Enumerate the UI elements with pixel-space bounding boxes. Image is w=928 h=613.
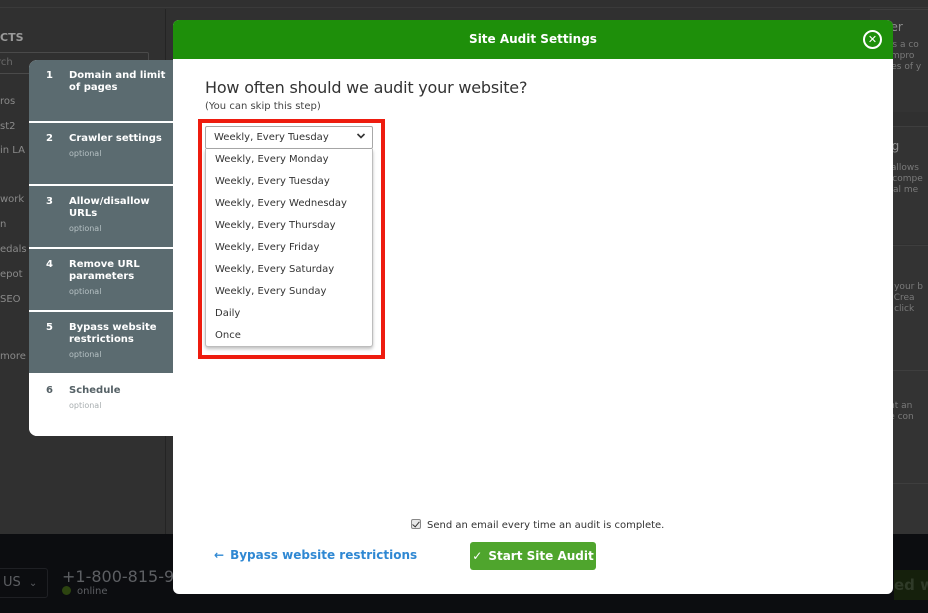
online-status-label: online	[77, 586, 108, 597]
step-title: Crawler settings	[69, 133, 162, 144]
step-subtitle: optional	[69, 149, 102, 158]
schedule-option-once[interactable]: Once	[206, 325, 372, 347]
language-selector[interactable]: US ⌄	[0, 568, 48, 598]
step-crawler-settings[interactable]: 2 Crawler settings optional	[29, 123, 175, 186]
step-subtitle: optional	[69, 224, 102, 233]
project-item[interactable]: n	[0, 219, 6, 230]
site-audit-settings-modal: Site Audit Settings ✕ How often should w…	[173, 20, 893, 594]
step-title: Allow/disallow URLs	[69, 196, 150, 219]
schedule-option-saturday[interactable]: Weekly, Every Saturday	[206, 259, 372, 281]
step-title: Schedule	[69, 385, 121, 396]
step-schedule[interactable]: 6 Schedule optional	[29, 375, 175, 436]
step-domain-and-limit[interactable]: 1 Domain and limit of pages	[29, 60, 175, 123]
project-item[interactable]: work	[0, 194, 24, 205]
project-item[interactable]: ros	[0, 96, 15, 107]
start-site-audit-button[interactable]: ✓ Start Site Audit	[470, 542, 596, 570]
step-title: Remove URL parameters	[69, 259, 140, 282]
start-button-label: Start Site Audit	[488, 549, 594, 563]
step-allow-disallow-urls[interactable]: 3 Allow/disallow URLs optional	[29, 186, 175, 249]
chevron-down-icon: ⌄	[28, 578, 38, 589]
schedule-select[interactable]: Weekly, Every Tuesday	[205, 126, 373, 149]
footer-cta-button[interactable]: ed wit	[894, 570, 928, 600]
step-title: Bypass website restrictions	[69, 322, 157, 345]
schedule-option-sunday[interactable]: Weekly, Every Sunday	[206, 281, 372, 303]
modal-title: Site Audit Settings	[469, 32, 597, 46]
project-item[interactable]: st2	[0, 121, 16, 132]
background-top-strip	[0, 0, 928, 8]
project-item[interactable]: SEO	[0, 294, 21, 305]
step-number: 6	[46, 385, 53, 396]
support-phone[interactable]: +1-800-815-99	[62, 567, 184, 586]
step-number: 1	[46, 70, 53, 81]
online-status: online	[62, 586, 108, 597]
schedule-dropdown-list: Weekly, Every Monday Weekly, Every Tuesd…	[205, 149, 373, 347]
projects-title: CTS	[0, 31, 24, 44]
step-number: 4	[46, 259, 53, 270]
schedule-question: How often should we audit your website?	[205, 78, 528, 97]
status-dot-icon	[62, 586, 71, 595]
step-remove-url-parameters[interactable]: 4 Remove URL parameters optional	[29, 249, 175, 312]
schedule-select-value: Weekly, Every Tuesday	[214, 132, 329, 143]
step-number: 5	[46, 322, 53, 333]
schedule-option-tuesday[interactable]: Weekly, Every Tuesday	[206, 171, 372, 193]
back-link-label: Bypass website restrictions	[230, 548, 418, 562]
checkmark-icon: ✓	[472, 549, 483, 563]
modal-header: Site Audit Settings ✕	[173, 20, 893, 59]
step-number: 2	[46, 133, 53, 144]
email-notification-checkbox[interactable]	[411, 519, 421, 529]
schedule-option-wednesday[interactable]: Weekly, Every Wednesday	[206, 193, 372, 215]
schedule-option-monday[interactable]: Weekly, Every Monday	[206, 149, 372, 171]
close-circle-icon[interactable]: ✕	[863, 30, 882, 49]
step-number: 3	[46, 196, 53, 207]
back-to-bypass-link[interactable]: ← Bypass website restrictions	[214, 548, 417, 562]
project-item[interactable]: epot	[0, 269, 23, 280]
step-subtitle: optional	[69, 287, 102, 296]
step-bypass-website-restrictions[interactable]: 5 Bypass website restrictions optional	[29, 312, 175, 375]
project-item[interactable]: in LA	[0, 145, 25, 156]
email-notification-label[interactable]: Send an email every time an audit is com…	[427, 520, 664, 531]
step-subtitle: optional	[69, 401, 102, 410]
project-item[interactable]: edals	[0, 244, 27, 255]
wizard-stepper: 1 Domain and limit of pages 2 Crawler se…	[29, 60, 175, 436]
step-title: Domain and limit of pages	[69, 70, 166, 93]
skip-hint: (You can skip this step)	[205, 101, 321, 112]
arrow-left-icon: ←	[214, 548, 225, 562]
schedule-option-thursday[interactable]: Weekly, Every Thursday	[206, 215, 372, 237]
show-more-link[interactable]: more	[0, 351, 26, 362]
email-notification-row: Send an email every time an audit is com…	[411, 519, 664, 531]
chevron-down-icon	[356, 133, 366, 139]
schedule-option-friday[interactable]: Weekly, Every Friday	[206, 237, 372, 259]
schedule-option-daily[interactable]: Daily	[206, 303, 372, 325]
language-label: US	[3, 575, 21, 590]
step-subtitle: optional	[69, 350, 102, 359]
